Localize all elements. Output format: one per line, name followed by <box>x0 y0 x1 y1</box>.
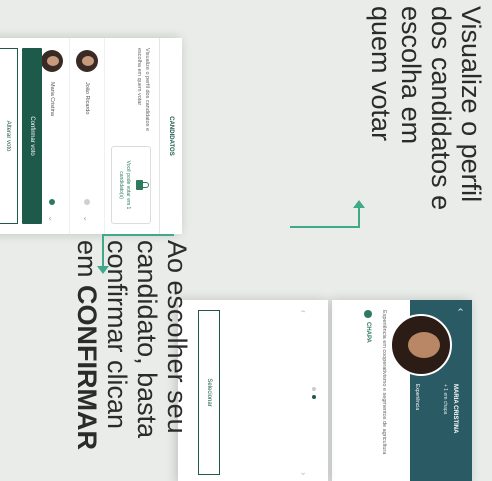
caption-bold: CONFIRMAR <box>72 285 102 450</box>
candidate-name: Maria Cristina <box>49 82 55 116</box>
caption-prefix: em <box>72 240 102 286</box>
pager-dot-active[interactable] <box>312 394 316 399</box>
tab-experience[interactable]: Experiência <box>414 384 420 410</box>
chevron-right-icon[interactable]: › <box>299 472 308 475</box>
profile-selection-area: ‹ › Selecionar <box>178 300 328 481</box>
screen: Visualize o perfil dos candidatos e esco… <box>0 0 492 481</box>
profile-name: MARIA CRISTINA <box>452 384 458 434</box>
avatar <box>390 314 452 376</box>
profile-cover: ‹ MARIA CRISTINA + 1 em chapa Experiênci… <box>390 300 472 481</box>
connector-line <box>104 234 174 236</box>
caption-line: quem votar <box>366 6 396 142</box>
select-button[interactable]: Selecionar <box>198 310 220 475</box>
chapa-label: CHAPA <box>365 322 371 343</box>
confirm-vote-button[interactable]: Confirmar voto <box>22 48 42 224</box>
intro-text: Visualize o perfil dos candidatos e esco… <box>136 48 150 132</box>
caption-line: Ao escolher seu <box>162 240 192 434</box>
caption-confirm: Ao escolher seu candidato, basta confirm… <box>72 240 192 480</box>
pager-dot[interactable] <box>312 386 316 391</box>
rotated-composition: Visualize o perfil dos candidatos e esco… <box>0 0 492 481</box>
pager-arrows: ‹ › <box>299 300 308 481</box>
pager-dots <box>312 300 316 481</box>
candidate-row[interactable]: João Ricardo ⌄ <box>70 38 105 234</box>
back-arrow-icon[interactable]: ‹ <box>455 308 466 311</box>
caption-view-profile: Visualize o perfil dos candidatos e esco… <box>366 6 486 276</box>
lock-icon <box>135 179 145 191</box>
avatar <box>41 50 63 72</box>
caption-line: Visualize o perfil <box>456 6 486 203</box>
chevron-down-icon[interactable]: ⌄ <box>48 215 57 222</box>
chevron-down-icon[interactable]: ⌄ <box>83 215 92 222</box>
vote-count-label: Você pode votar em 1 candidato(s) <box>118 160 131 210</box>
candidate-name: João Ricardo <box>84 82 90 115</box>
profile-screen: ‹ MARIA CRISTINA + 1 em chapa Experiênci… <box>332 300 472 481</box>
caption-line: em CONFIRMAR <box>72 240 102 480</box>
chapa-icon <box>364 310 372 318</box>
profile-subtitle: + 1 em chapa <box>442 384 448 415</box>
candidate-radio[interactable] <box>49 199 55 206</box>
chapa-section: CHAPA <box>364 310 372 475</box>
caption-line: dos candidatos e <box>426 6 456 211</box>
connector-line <box>290 226 360 228</box>
caption-line: escolha em <box>396 6 426 145</box>
vote-count-card: Você pode votar em 1 candidato(s) <box>111 146 151 224</box>
connector-line <box>358 206 360 226</box>
change-vote-button[interactable]: Alterar voto <box>0 48 18 224</box>
avatar <box>76 50 98 72</box>
candidates-intro: Visualize o perfil dos candidatos e esco… <box>105 38 159 234</box>
candidates-screen: CANDIDATOS Visualize o perfil dos candid… <box>0 38 182 234</box>
chevron-left-icon[interactable]: ‹ <box>299 310 308 313</box>
connector-arrow-icon <box>353 200 365 208</box>
profile-description: Experiência em cooperativismo e segmento… <box>381 310 387 455</box>
candidates-title: CANDIDATOS <box>159 38 182 234</box>
candidate-radio[interactable] <box>84 199 90 206</box>
caption-line: candidato, basta <box>132 240 162 439</box>
caption-line: confirmar clican <box>102 240 132 430</box>
